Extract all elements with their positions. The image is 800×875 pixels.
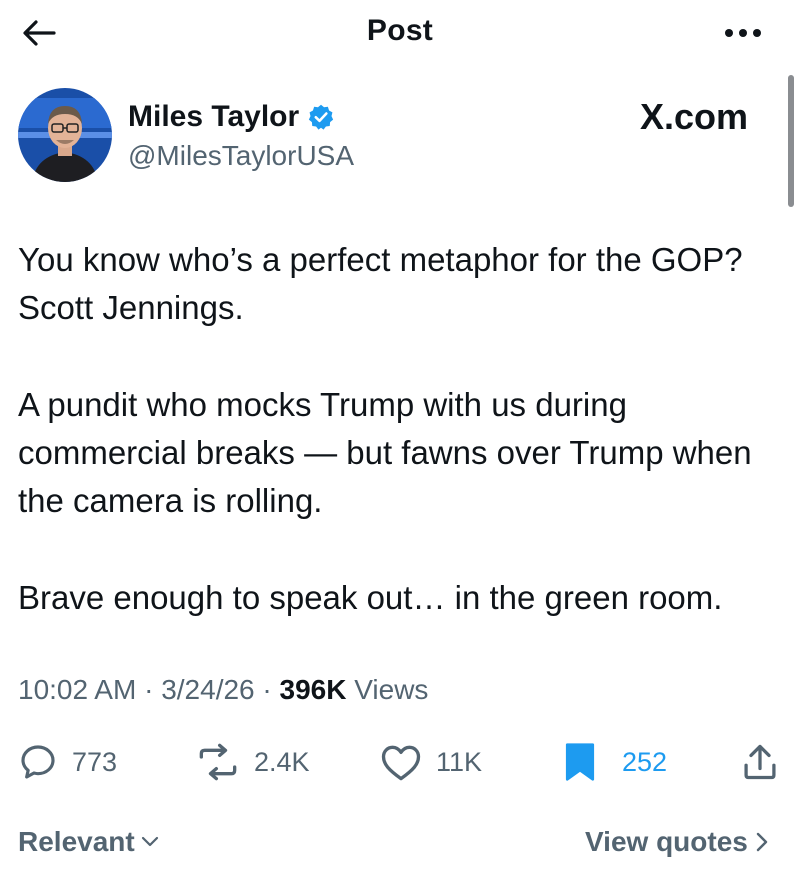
reply-bubble-icon	[21, 745, 55, 779]
more-options-button[interactable]	[718, 18, 768, 48]
tweet-paragraph: A pundit who mocks Trump with us during …	[18, 386, 752, 519]
more-dots-icon	[725, 29, 761, 37]
watermark-text: X.com	[640, 96, 749, 137]
chevron-right-icon	[756, 832, 768, 852]
bookmark-button[interactable]: 252	[562, 740, 667, 784]
chevron-down-icon	[141, 836, 158, 847]
reply-button[interactable]: 773	[18, 740, 117, 784]
view-quotes-label: View quotes	[585, 826, 748, 857]
views-label[interactable]: Views	[354, 674, 428, 705]
view-quotes-link[interactable]: View quotes	[585, 826, 770, 858]
views-count[interactable]: 396K	[280, 674, 347, 705]
share-button[interactable]	[742, 740, 778, 784]
reply-count: 773	[72, 746, 118, 777]
tweet-paragraph: You know who’s a perfect metaphor for th…	[18, 241, 743, 326]
repost-count: 2.4K	[254, 746, 310, 777]
avatar-image	[18, 88, 112, 182]
author-name[interactable]: Miles Taylor	[128, 100, 299, 134]
avatar[interactable]	[18, 88, 112, 182]
tweet-paragraph: Brave enough to speak out… in the green …	[18, 579, 723, 616]
sort-dropdown[interactable]: Relevant	[18, 826, 159, 858]
repost-icon	[199, 743, 237, 781]
author-handle[interactable]: @MilesTaylorUSA	[128, 140, 354, 172]
tweet-time[interactable]: 10:02 AM	[18, 674, 136, 705]
verified-badge-icon	[309, 104, 334, 130]
bookmark-count: 252	[622, 746, 668, 777]
author-name-row[interactable]: Miles Taylor	[128, 100, 335, 134]
like-count: 11K	[436, 746, 483, 777]
repost-button[interactable]: 2.4K	[196, 740, 310, 784]
sort-label: Relevant	[18, 826, 135, 857]
page-title: Post	[366, 14, 434, 47]
heart-icon	[381, 745, 421, 781]
tweet-text: You know who’s a perfect metaphor for th…	[18, 236, 788, 671]
bookmark-icon	[565, 743, 595, 781]
meta-separator: ·	[262, 674, 272, 705]
tweet-date[interactable]: 3/24/26	[161, 674, 254, 705]
share-icon	[744, 744, 776, 780]
like-button[interactable]: 11K	[380, 740, 482, 784]
tweet-meta: 10:02 AM · 3/24/26 · 396K Views	[18, 674, 428, 706]
meta-separator: ·	[144, 674, 154, 705]
scrollbar[interactable]	[788, 75, 794, 207]
